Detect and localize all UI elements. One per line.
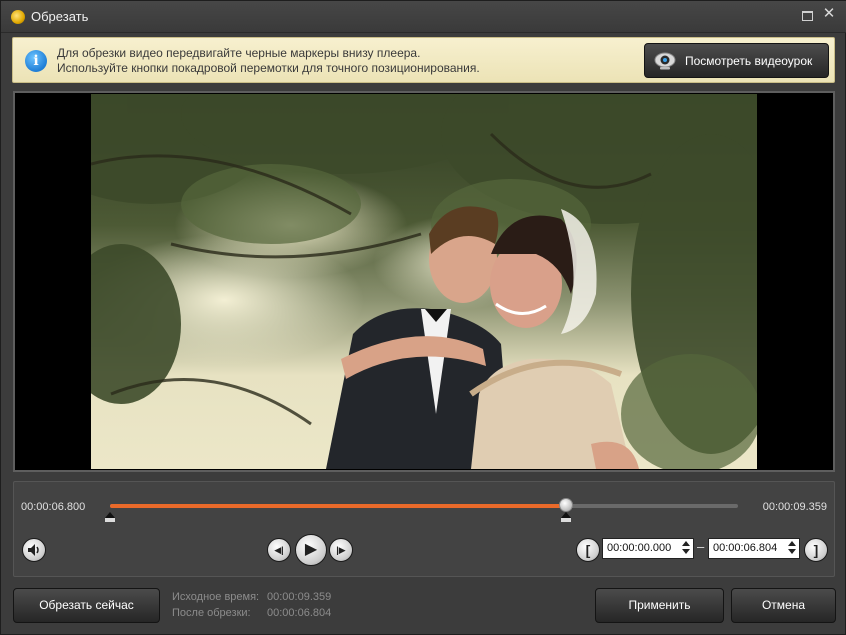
prev-frame-icon: ◀| xyxy=(274,545,284,555)
info-text: Для обрезки видео передвигайте черные ма… xyxy=(57,46,480,76)
next-frame-button[interactable]: |▶ xyxy=(329,538,353,562)
next-frame-icon: |▶ xyxy=(336,545,346,555)
cancel-button[interactable]: Отмена xyxy=(731,588,836,623)
start-trim-marker[interactable] xyxy=(105,512,115,522)
window-title: Обрезать xyxy=(31,9,89,24)
trim-controls: 00:00:06.800 00:00:09.359 ◀| ▶ |▶ [00:0… xyxy=(13,481,835,577)
trim-now-button[interactable]: Обрезать сейчас xyxy=(13,588,160,623)
close-icon[interactable]: ✕ xyxy=(821,6,837,22)
play-button[interactable]: ▶ xyxy=(295,534,327,566)
info-banner: i Для обрезки видео передвигайте черные … xyxy=(12,37,835,83)
app-icon xyxy=(11,10,25,24)
watch-tutorial-button[interactable]: Посмотреть видеоурок xyxy=(644,43,829,78)
prev-frame-button[interactable]: ◀| xyxy=(267,538,291,562)
trimmed-duration-value: 00:00:06.804 xyxy=(267,607,332,619)
original-duration-value: 00:00:09.359 xyxy=(267,591,332,603)
video-frame xyxy=(91,94,757,469)
total-time: 00:00:09.359 xyxy=(762,501,827,513)
info-icon: i xyxy=(25,50,47,72)
minimize-icon[interactable] xyxy=(801,9,813,21)
bracket-open-icon: [ xyxy=(585,542,591,558)
info-line-1: Для обрезки видео передвигайте черные ма… xyxy=(57,46,421,60)
timeline-progress xyxy=(110,504,566,508)
volume-button[interactable] xyxy=(22,538,46,562)
end-time-value: 00:00:06.804 xyxy=(713,542,778,554)
end-time-field[interactable]: 00:00:06.804 xyxy=(708,538,800,559)
bracket-close-icon: ] xyxy=(813,542,819,558)
watch-tutorial-label: Посмотреть видеоурок xyxy=(685,54,813,68)
end-trim-marker[interactable] xyxy=(560,512,571,522)
title-bar: Обрезать ✕ xyxy=(1,1,846,33)
video-player[interactable] xyxy=(13,91,835,472)
set-end-button[interactable]: ] xyxy=(804,538,828,562)
current-time: 00:00:06.800 xyxy=(21,501,86,513)
timeline-track[interactable] xyxy=(110,498,738,512)
start-time-spinner-icon[interactable] xyxy=(682,541,690,556)
speaker-icon xyxy=(28,544,39,556)
webcam-icon xyxy=(654,52,676,70)
start-time-value: 00:00:00.000 xyxy=(607,542,672,554)
original-duration-label: Исходное время: xyxy=(172,591,260,603)
trim-dialog: Обрезать ✕ i Для обрезки видео передвига… xyxy=(0,0,846,635)
start-time-field[interactable]: 00:00:00.000 xyxy=(602,538,694,559)
play-icon: ▶ xyxy=(304,541,318,558)
video-image xyxy=(91,94,757,469)
info-line-2: Используйте кнопки покадровой перемотки … xyxy=(57,61,480,75)
playhead-handle[interactable] xyxy=(558,498,573,512)
trimmed-duration-label: После обрезки: xyxy=(172,607,251,619)
set-start-button[interactable]: [ xyxy=(576,538,600,562)
end-time-spinner-icon[interactable] xyxy=(788,541,796,556)
apply-button[interactable]: Применить xyxy=(595,588,724,623)
range-separator: – xyxy=(697,539,705,554)
